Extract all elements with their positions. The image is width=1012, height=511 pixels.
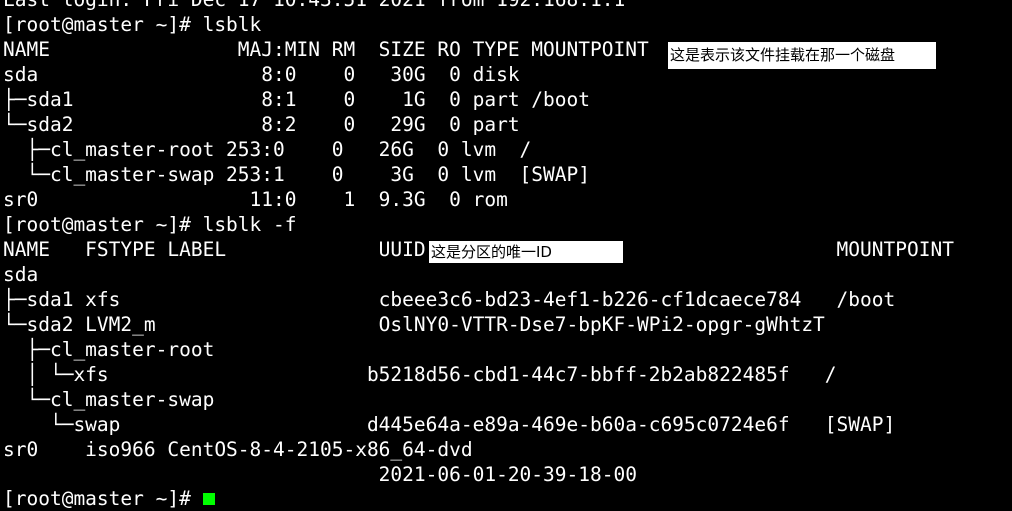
terminal-line: sda bbox=[3, 263, 39, 286]
terminal-line: 2021-06-01-20-39-18-00 bbox=[3, 463, 637, 486]
terminal-line: ├─cl_master-root 253:0 0 26G 0 lvm / bbox=[3, 138, 532, 161]
terminal-line: sr0 iso966 CentOS-8-4-2105-x86_64-dvd bbox=[3, 438, 473, 461]
terminal-line: │ └─xfs b5218d56-cbd1-44c7-bbff-2b2ab822… bbox=[3, 363, 837, 386]
terminal-line: [root@master ~]# lsblk -f bbox=[3, 213, 297, 236]
terminal-line: ├─sda1 8:1 0 1G 0 part /boot bbox=[3, 88, 590, 111]
prompt-text: [root@master ~]# bbox=[3, 487, 203, 510]
uuid-annotation: 这是分区的唯一ID bbox=[429, 241, 623, 263]
prompt-line[interactable]: [root@master ~]# bbox=[3, 486, 215, 511]
terminal-line: └─cl_master-swap 253:1 0 3G 0 lvm [SWAP] bbox=[3, 163, 590, 186]
cursor bbox=[202, 493, 215, 505]
terminal-line: └─sda2 LVM2_m OslNY0-VTTR-Dse7-bpKF-WPi2… bbox=[3, 313, 825, 336]
terminal-line: ├─cl_master-root bbox=[3, 338, 215, 361]
terminal-line: └─cl_master-swap bbox=[3, 388, 215, 411]
terminal-line: [root@master ~]# lsblk bbox=[3, 13, 262, 36]
terminal-line: NAME MAJ:MIN RM SIZE RO TYPE MOUNTPOINT bbox=[3, 38, 649, 61]
terminal-line: └─sda2 8:2 0 29G 0 part bbox=[3, 113, 520, 136]
terminal-line: └─swap d445e64a-e89a-469e-b60a-c695c0724… bbox=[3, 413, 896, 436]
terminal-line: sda 8:0 0 30G 0 disk bbox=[3, 63, 520, 86]
terminal-line: ├─sda1 xfs cbeee3c6-bd23-4ef1-b226-cf1dc… bbox=[3, 288, 896, 311]
terminal-line: sr0 11:0 1 9.3G 0 rom bbox=[3, 188, 508, 211]
terminal-line: Last login: Fri Dec 17 10:43:51 2021 fro… bbox=[3, 0, 625, 12]
mountpoint-annotation: 这是表示该文件挂载在那一个磁盘 bbox=[668, 42, 936, 69]
